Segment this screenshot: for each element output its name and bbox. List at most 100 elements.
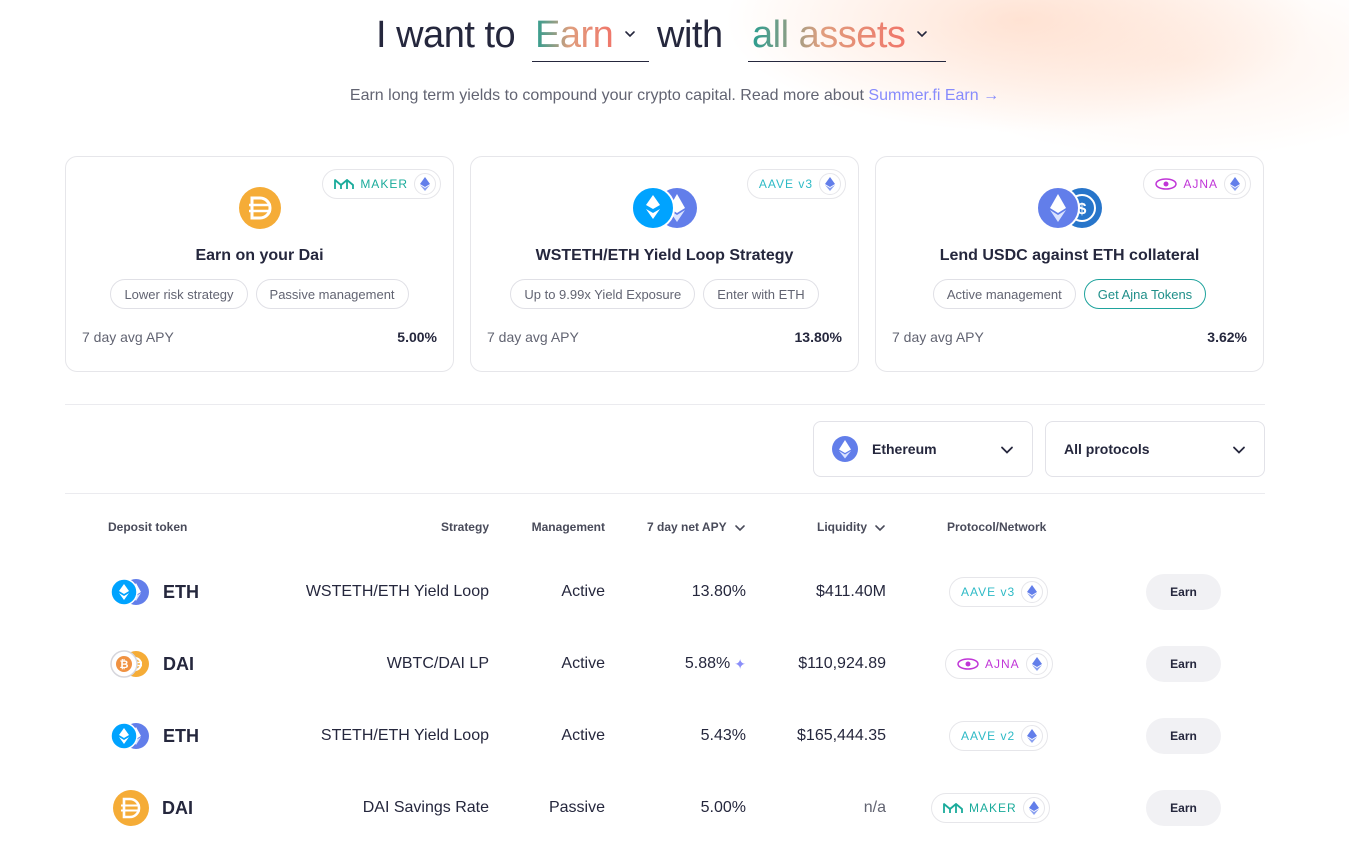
tag-exposure: Up to 9.99x Yield Exposure [510,279,696,309]
eth-usdc-pair-icon: $ [1035,186,1102,230]
tag-management: Passive management [255,279,409,309]
table-row[interactable]: ETH WSTETH/ETH Yield Loop Active 13.80% … [0,573,1349,645]
header-management: Management [531,520,605,534]
arrow-right-icon: → [983,87,1000,104]
ethereum-icon [832,436,858,462]
wbtc-dai-pair-icon: ₿ [110,650,149,678]
header-protocol-network: Protocol/Network [947,520,1047,534]
ethereum-network-icon [1021,581,1044,603]
ajna-logo-icon [957,658,979,670]
tag-risk: Lower risk strategy [110,279,248,309]
card-token-icons [66,186,453,230]
chevron-down-icon [1233,446,1245,454]
apy-label: 7 day avg APY [82,329,174,345]
deposit-token-cell: ETH [110,717,199,755]
asset-selector[interactable]: all assets [748,10,946,62]
earn-button[interactable]: Earn [1146,790,1221,826]
liquidity-cell: $411.40M [816,583,886,600]
section-divider [65,493,1265,494]
network-filter-dropdown[interactable]: Ethereum [813,421,1033,477]
apy-cell: 5.43% [700,727,746,744]
earn-button[interactable]: Earn [1146,718,1221,754]
wsteth-eth-pair-icon [110,578,149,606]
ethereum-network-icon [1022,797,1045,819]
card-token-icons [471,186,858,230]
protocol-pill-aave: AAVE v3 [949,577,1049,607]
liquidity-cell: $110,924.89 [798,655,886,672]
apy-value: 3.62% [1207,329,1247,345]
product-selector-value: Earn [535,14,614,56]
apy-label: 7 day avg APY [892,329,984,345]
featured-card-usdc[interactable]: AJNA $ Lend USDC against ETH collateral … [875,156,1264,372]
header-liquidity-sort[interactable]: Liquidity [817,520,886,534]
header-apy-sort[interactable]: 7 day net APY [647,520,746,534]
header-apy-label: 7 day net APY [647,520,727,534]
chevron-down-icon [875,525,886,531]
protocol-name: AAVE v2 [961,729,1016,743]
chevron-down-icon [625,30,636,37]
protocol-name: AJNA [985,657,1020,671]
maker-logo-icon [943,803,963,813]
hero-prefix: I want to [376,14,516,56]
token-symbol: ETH [163,725,199,746]
card-tags: Up to 9.99x Yield Exposure Enter with ET… [471,279,858,309]
section-divider [65,404,1265,405]
ethereum-network-icon [1025,653,1048,675]
management-cell: Active [561,583,605,600]
management-cell: Passive [548,799,605,816]
strategy-cell: WBTC/DAI LP [386,655,489,672]
table-row[interactable]: DAI DAI Savings Rate Passive 5.00% n/a M… [0,789,1349,845]
header-liquidity-label: Liquidity [817,520,867,534]
protocol-filter-dropdown[interactable]: All protocols [1045,421,1265,477]
card-token-icons: $ [876,186,1263,230]
strategy-cell: STETH/ETH Yield Loop [320,727,489,744]
protocol-cell: AAVE v3 [949,573,1049,611]
protocol-pill-aave: AAVE v2 [949,721,1049,751]
earn-button[interactable]: Earn [1146,646,1221,682]
table-row[interactable]: ETH STETH/ETH Yield Loop Active 5.43% $1… [0,717,1349,789]
wsteth-eth-pair-icon [630,186,697,230]
asset-selector-value: all assets [752,14,906,56]
svg-text:₿: ₿ [120,659,129,671]
earn-button[interactable]: Earn [1146,574,1221,610]
product-selector[interactable]: Earn [532,10,649,62]
token-symbol: ETH [163,581,199,602]
dai-token-icon [113,790,149,826]
protocol-name: MAKER [969,801,1017,815]
network-filter-label: Ethereum [872,441,937,457]
protocol-pill-ajna: AJNA [945,649,1053,679]
card-tags: Lower risk strategy Passive management [66,279,453,309]
card-title: Lend USDC against ETH collateral [939,247,1200,264]
card-title: Earn on your Dai [195,247,324,264]
token-symbol: DAI [162,797,193,818]
deposit-token-cell: ETH [110,573,199,611]
apy-cell: 13.80% [691,583,746,600]
protocol-cell: MAKER [931,789,1050,827]
deposit-token-cell: DAI [110,789,193,827]
protocol-pill-maker: MAKER [931,793,1050,823]
table-row[interactable]: ₿ DAI WBTC/DAI LP Active 5.88% ✦ $110,92… [0,645,1349,717]
hero-header: I want to Earn with all assets [0,8,1349,68]
get-ajna-tokens-button[interactable]: Get Ajna Tokens [1083,279,1207,309]
protocol-name: AAVE v3 [961,585,1016,599]
featured-card-dai[interactable]: MAKER Earn on your Dai Lower risk strate… [65,156,454,372]
apy-value: 5.88% [684,655,731,672]
apy-label: 7 day avg APY [487,329,579,345]
tag-entry: Enter with ETH [703,279,819,309]
summer-earn-link-label: Summer.fi Earn [868,87,979,104]
management-cell: Active [561,655,605,672]
protocol-cell: AAVE v2 [949,717,1049,755]
dai-token-icon [238,187,281,229]
token-symbol: DAI [163,653,194,674]
chevron-down-icon [734,525,745,531]
featured-card-wsteth[interactable]: AAVE v3 WSTETH/ETH Yield Loop Strategy U… [470,156,859,372]
chevron-down-icon [1001,446,1013,454]
strategy-cell: DAI Savings Rate [362,799,489,816]
card-title: WSTETH/ETH Yield Loop Strategy [535,247,794,264]
tag-management: Active management [932,279,1076,309]
sparkle-rewards-icon[interactable]: ✦ [734,656,746,673]
header-deposit-token: Deposit token [108,520,188,534]
ethereum-network-icon [1021,725,1044,747]
summer-earn-link[interactable]: Summer.fi Earn → [868,87,999,104]
chevron-down-icon [917,30,928,37]
